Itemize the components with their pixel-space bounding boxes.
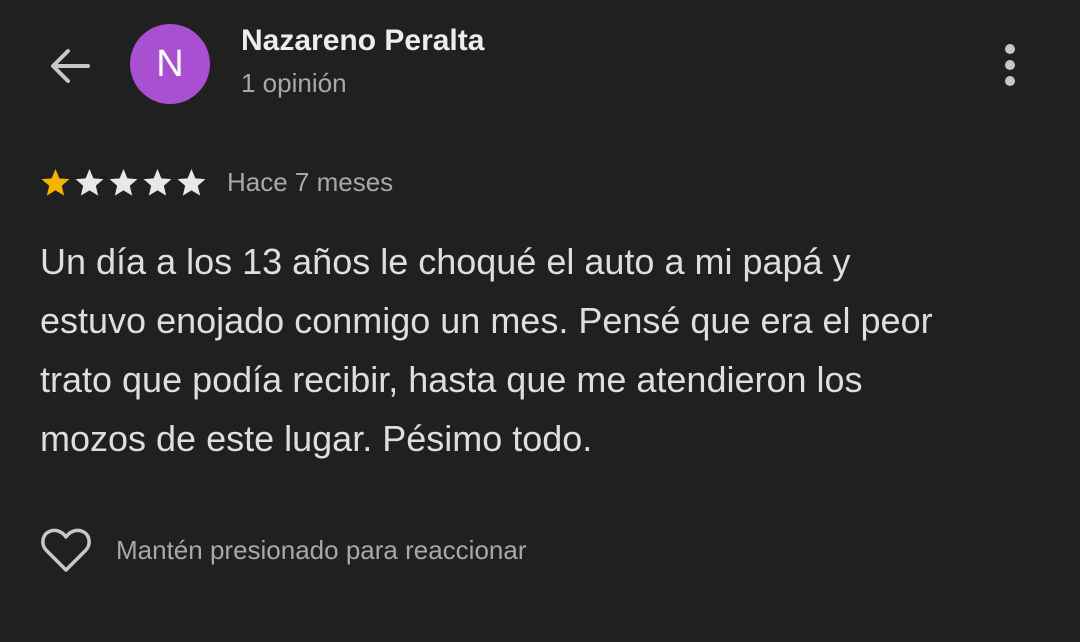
reaction-hint: Mantén presionado para reaccionar bbox=[116, 534, 527, 565]
review-header: N Nazareno Peralta 1 opinión bbox=[0, 0, 1080, 130]
more-vertical-icon bbox=[1005, 44, 1015, 54]
author-name[interactable]: Nazareno Peralta bbox=[241, 24, 484, 58]
star-icon bbox=[109, 168, 138, 196]
review-time: Hace 7 meses bbox=[227, 166, 394, 197]
more-dot bbox=[1005, 76, 1015, 86]
star-icon bbox=[75, 168, 104, 196]
react-button[interactable] bbox=[38, 524, 94, 576]
heart-outline-icon bbox=[41, 528, 91, 572]
star-rating bbox=[40, 167, 207, 198]
rating-row: Hace 7 meses bbox=[40, 162, 393, 202]
arrow-left-icon bbox=[51, 49, 90, 83]
more-dot bbox=[1005, 60, 1015, 70]
review-text: Un día a los 13 años le choqué el auto a… bbox=[40, 241, 933, 459]
star-icon bbox=[143, 168, 172, 196]
more-options-button[interactable] bbox=[990, 38, 1030, 92]
star-icon bbox=[41, 168, 70, 196]
star-icon bbox=[177, 168, 206, 196]
author-review-count: 1 opinión bbox=[241, 68, 347, 98]
avatar-initial: N bbox=[156, 42, 184, 85]
back-button[interactable] bbox=[38, 36, 102, 96]
avatar[interactable]: N bbox=[130, 24, 210, 104]
reaction-row: Mantén presionado para reaccionar bbox=[38, 522, 526, 578]
